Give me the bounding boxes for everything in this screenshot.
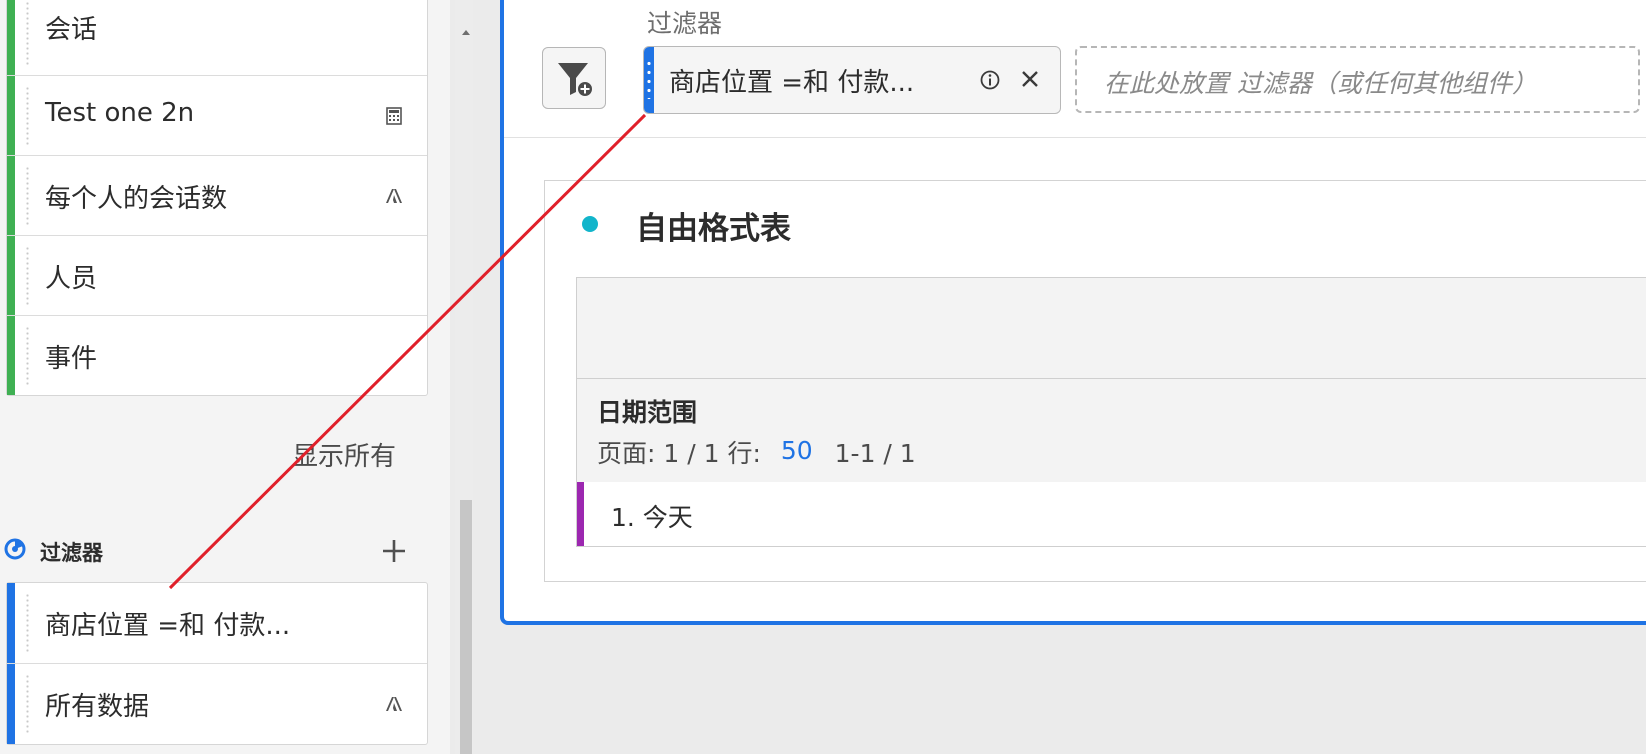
list-item[interactable]: 每个人的会话数 <box>7 156 427 236</box>
list-item[interactable]: 会话 <box>7 0 427 76</box>
filter-add-icon <box>558 63 594 98</box>
filters-section-header: 过滤器 <box>4 537 424 565</box>
adobe-logo-icon <box>386 188 402 203</box>
visualization-status-dot <box>582 216 598 232</box>
show-all-link[interactable]: 显示所有 <box>292 436 396 473</box>
drag-handle-icon[interactable] <box>26 674 29 734</box>
drag-handle-icon[interactable] <box>26 326 29 385</box>
component-label: 所有数据 <box>45 692 150 722</box>
component-color-bar <box>7 316 15 395</box>
component-color-bar <box>7 156 15 235</box>
component-label: Test one 2n <box>45 98 195 128</box>
list-item[interactable]: 商店位置 =和 付款... <box>7 583 427 664</box>
component-label: 商店位置 =和 付款... <box>45 611 291 641</box>
drag-handle-icon[interactable] <box>26 166 29 225</box>
component-color-bar <box>7 0 15 75</box>
scroll-up-arrow-icon[interactable] <box>462 30 470 35</box>
plus-icon[interactable] <box>380 537 408 565</box>
table-row[interactable]: 1. 今天 <box>576 482 1646 547</box>
page-value[interactable]: 1 / 1 <box>663 439 719 468</box>
row-range: 1-1 / 1 <box>834 439 916 468</box>
dimension-title[interactable]: 日期范围 <box>597 393 697 429</box>
add-filter-button[interactable] <box>542 47 606 109</box>
drag-handle-icon[interactable] <box>647 59 651 99</box>
active-filter-label: 商店位置 =和 付款... <box>669 68 915 98</box>
list-item[interactable]: 所有数据 <box>7 664 427 744</box>
list-item[interactable]: 人员 <box>7 236 427 316</box>
component-color-bar <box>7 583 15 663</box>
filter-segment-icon <box>4 538 26 560</box>
row-color-bar <box>577 482 584 546</box>
rows-per-page-select[interactable]: 50 <box>781 436 813 465</box>
component-label: 会话 <box>45 15 98 45</box>
list-item[interactable]: 事件 <box>7 316 427 395</box>
component-color-bar <box>7 664 15 744</box>
visualization-title[interactable]: 自由格式表 <box>636 203 791 248</box>
filters-list: 商店位置 =和 付款... 所有数据 <box>6 582 428 745</box>
component-label: 人员 <box>45 264 98 294</box>
adobe-logo-icon <box>386 697 402 711</box>
metrics-list: 会话 Test one 2n 每个人的会话数 人员 事件 <box>6 0 428 396</box>
filter-drop-zone-title: 过滤器 <box>647 9 723 38</box>
drag-handle-icon[interactable] <box>26 86 29 145</box>
table-metric-header-area[interactable] <box>576 277 1646 379</box>
calculator-icon <box>386 106 402 125</box>
active-filter-pill[interactable]: 商店位置 =和 付款... <box>643 46 1061 114</box>
drag-handle-icon[interactable] <box>26 246 29 305</box>
components-rail: 会话 Test one 2n 每个人的会话数 人员 事件 显示所有 过滤器 商店… <box>0 0 450 754</box>
info-icon[interactable] <box>979 69 1001 91</box>
component-label: 事件 <box>45 344 98 374</box>
close-icon[interactable] <box>1020 69 1040 89</box>
pagination-bar: 页面: 1 / 1 行: 50 1-1 / 1 <box>597 434 916 470</box>
component-label: 每个人的会话数 <box>45 184 228 214</box>
filter-drop-zone[interactable]: 在此处放置 过滤器（或任何其他组件） <box>1075 46 1640 113</box>
rail-scrollbar-thumb[interactable] <box>460 500 472 754</box>
drag-handle-icon[interactable] <box>26 1 29 65</box>
component-color-bar <box>7 236 15 315</box>
drag-handle-icon[interactable] <box>26 593 29 653</box>
rows-label: 行: <box>727 439 761 468</box>
filters-section-title: 过滤器 <box>40 541 103 565</box>
drop-zone-placeholder: 在此处放置 过滤器（或任何其他组件） <box>1104 69 1537 98</box>
divider <box>504 137 1646 138</box>
row-dimension-item: 1. 今天 <box>611 503 693 532</box>
component-color-bar <box>7 76 15 155</box>
page-label: 页面: <box>597 439 656 468</box>
list-item[interactable]: Test one 2n <box>7 76 427 156</box>
